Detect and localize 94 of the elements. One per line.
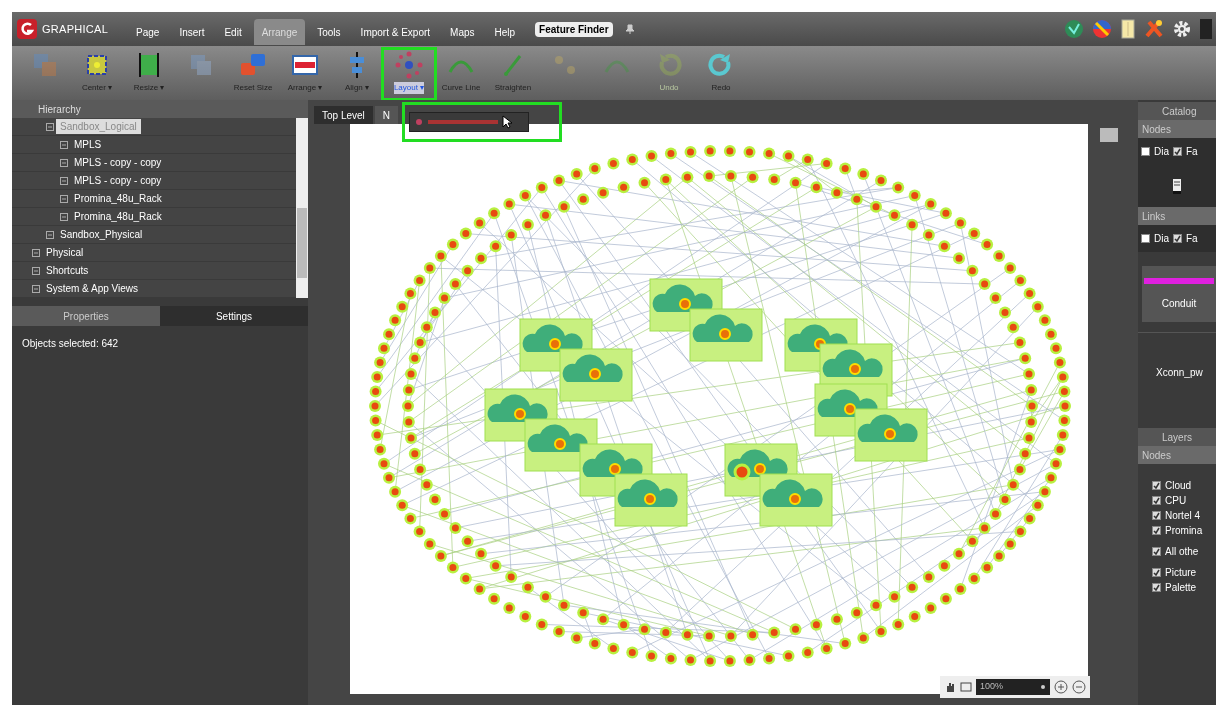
tree-item[interactable]: Promina_48u_Rack (70, 191, 166, 206)
check-icon (1174, 148, 1181, 155)
menu-tab[interactable]: Maps (442, 19, 483, 45)
checkbox-label: Promina (1165, 524, 1203, 538)
tree-item[interactable]: MPLS (70, 137, 106, 152)
panel-tab[interactable]: Settings (160, 306, 308, 326)
dropdown-menu-item[interactable] (409, 112, 529, 132)
checkbox-label: Fa (1186, 145, 1198, 159)
expander-icon[interactable] (32, 266, 40, 275)
logo-text: GRAPHICAL (42, 21, 109, 37)
menu-item-bar (428, 120, 498, 124)
canvas-tab[interactable]: N (374, 106, 399, 124)
toolbar-button[interactable]: Layout ▾ (384, 50, 434, 98)
section-header: Links (1138, 207, 1216, 225)
menu-tab[interactable]: Page (128, 19, 168, 45)
settings-icon[interactable] (1172, 19, 1192, 39)
section-header: Nodes (1138, 446, 1216, 464)
zoom-out-icon[interactable] (1072, 680, 1086, 694)
layout-icon (394, 50, 424, 80)
expander-icon[interactable] (60, 140, 68, 149)
cursor-icon (502, 115, 512, 129)
check-icon (1153, 548, 1160, 555)
tree-item[interactable]: Physical (42, 245, 88, 260)
checkbox[interactable] (1152, 547, 1161, 556)
pin-icon[interactable] (624, 24, 635, 34)
checkbox[interactable] (1141, 234, 1150, 243)
dropdown-icon (1040, 684, 1046, 690)
catalog-item[interactable]: Conduit (1142, 266, 1216, 322)
fit-page-icon[interactable] (960, 682, 972, 692)
device-icon (1172, 178, 1182, 194)
panel-tab[interactable]: Properties (12, 306, 160, 326)
checkbox[interactable] (1173, 234, 1182, 243)
checkbox[interactable] (1141, 147, 1150, 156)
checkbox[interactable] (1152, 496, 1161, 505)
checkbox[interactable] (1152, 568, 1161, 577)
check-icon (1153, 527, 1160, 534)
tree-item[interactable]: Shortcuts (42, 263, 93, 278)
checkbox-label: Palette (1165, 581, 1197, 595)
section-header: Nodes (1138, 120, 1216, 138)
selection-count: Objects selected: 642 (21, 337, 120, 351)
checkbox[interactable] (1152, 526, 1161, 535)
expander-icon[interactable] (60, 194, 68, 203)
scrollbar[interactable] (296, 118, 308, 298)
checkbox-label: Fa (1186, 232, 1198, 246)
feature-finder-button[interactable]: Feature Finder (535, 21, 613, 37)
checkbox[interactable] (1152, 481, 1161, 490)
checkbox-label: Dia (1154, 145, 1169, 159)
menu-tab[interactable]: Edit (216, 19, 250, 45)
check-icon (1153, 569, 1160, 576)
zoom-value: 100% (980, 680, 1004, 694)
canvas-tab[interactable]: Top Level (314, 106, 373, 124)
checkbox-label: All othe (1165, 545, 1199, 559)
expander-icon[interactable] (46, 230, 54, 239)
tree-item[interactable]: MPLS - copy - copy (70, 155, 166, 170)
checkbox[interactable] (1152, 511, 1161, 520)
panel-toggle-button[interactable] (1100, 128, 1118, 142)
logo-icon (16, 18, 38, 40)
tools-icon[interactable] (1144, 19, 1164, 39)
expander-icon[interactable] (60, 212, 68, 221)
check-icon (1153, 584, 1160, 591)
checkbox-label: Dia (1154, 232, 1169, 246)
tree-item[interactable]: System & App Views (42, 281, 143, 296)
menu-tab[interactable]: Insert (171, 19, 213, 45)
check-icon (1174, 235, 1181, 242)
checkbox-label: Picture (1165, 566, 1197, 580)
panel-header: Catalog (1138, 102, 1216, 120)
layout-icon (414, 117, 424, 127)
panel-header: Layers (1138, 428, 1216, 446)
checkbox-label: CPU (1165, 494, 1187, 508)
catalog-item[interactable]: Xconn_pw (1156, 365, 1203, 380)
zoom-in-icon[interactable] (1054, 680, 1068, 694)
expander-icon[interactable] (46, 122, 54, 131)
tree-item[interactable]: Promina_48u_Rack (70, 209, 166, 224)
document-icon[interactable] (1120, 19, 1136, 39)
expander-icon[interactable] (32, 284, 40, 293)
tree-item[interactable]: MPLS - copy - copy (70, 173, 166, 188)
checkbox-label: Nortel 4 (1165, 509, 1200, 523)
checkbox-label: Cloud (1165, 479, 1192, 493)
expander-icon[interactable] (60, 158, 68, 167)
expander-icon[interactable] (60, 176, 68, 185)
zoom-dropdown[interactable]: 100% (976, 679, 1050, 695)
hand-icon[interactable] (944, 681, 956, 693)
check-icon (1153, 482, 1160, 489)
checkbox[interactable] (1173, 147, 1182, 156)
menu-tab[interactable]: Help (486, 19, 524, 45)
check-icon (1153, 512, 1160, 519)
tree-item[interactable]: Sandbox_Physical (56, 227, 147, 242)
ball-icon[interactable] (1092, 19, 1112, 39)
expander-icon[interactable] (32, 248, 40, 257)
panel-header: Hierarchy (12, 100, 308, 118)
checkbox[interactable] (1152, 583, 1161, 592)
check-icon (1153, 497, 1160, 504)
menu-tab[interactable]: Import & Export (352, 19, 439, 45)
menu-tab[interactable]: Tools (309, 19, 349, 45)
